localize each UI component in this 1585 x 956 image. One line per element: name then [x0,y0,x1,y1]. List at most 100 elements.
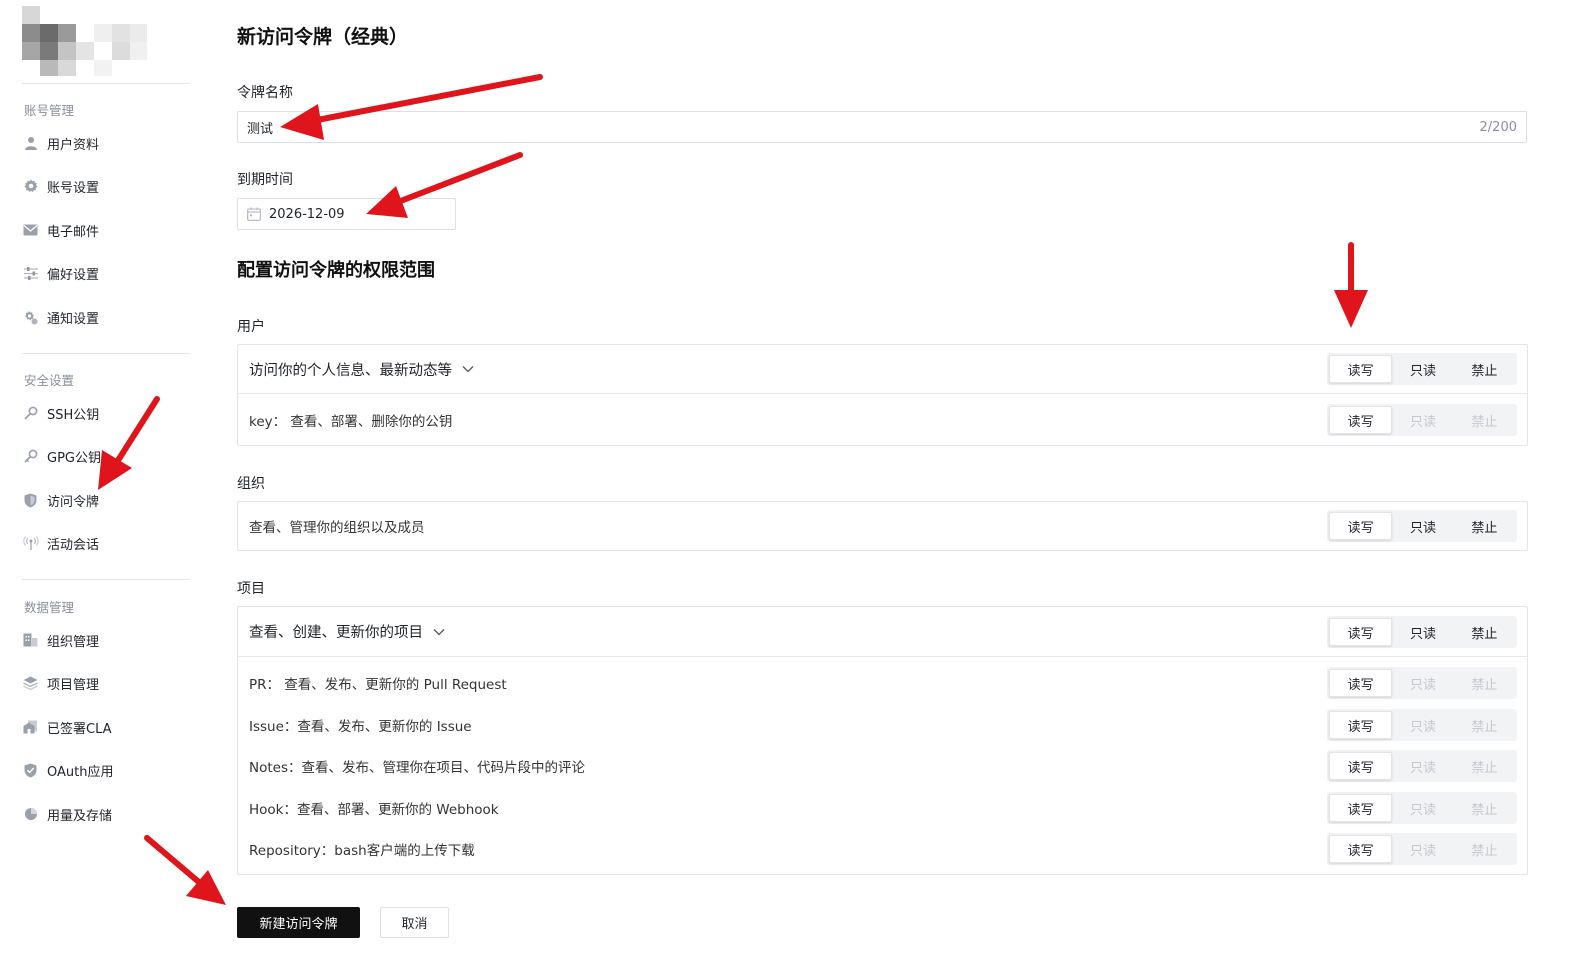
option-deny: 禁止 [1471,719,1498,735]
building-icon [22,632,39,649]
scope-row-label: 查看、创建、更新你的项目 [249,625,423,641]
option-read-only: 只读 [1409,414,1436,430]
shield-check-icon [22,762,39,779]
pie-icon [22,806,39,823]
sidebar-item-label: 活动会话 [47,537,100,553]
option-read-only[interactable]: 只读 [1392,355,1453,383]
option-read-write[interactable]: 读写 [1329,512,1393,540]
option-deny: 禁止 [1471,677,1498,693]
gear-icon [22,178,39,195]
char-counter: 2/200 [1479,119,1517,135]
sidebar-item-access-tokens[interactable]: 访问令牌 [22,485,99,515]
scope-box-project: 查看、创建、更新你的项目 读写 只读 禁止 PR： 查看、发布、更新你的 Pul… [237,606,1528,875]
sidebar-item-email[interactable]: 电子邮件 [22,215,99,245]
option-deny[interactable]: 禁止 [1454,618,1515,646]
scope-box-org: 查看、管理你的组织以及成员 读写 只读 禁止 [237,501,1528,551]
scope-row-label: Notes：查看、发布、管理你在项目、代码片段中的评论 [249,760,585,776]
token-name-value: 测试 [247,121,274,137]
sidebar-item-gpg-keys[interactable]: GPG公钥 [22,441,101,471]
option-read-write[interactable]: 读写 [1329,752,1393,780]
sidebar-item-profile[interactable]: 用户资料 [22,128,99,158]
scope-row-label: Hook：查看、部署、更新你的 Webhook [249,802,499,818]
sidebar-item-label: 电子邮件 [47,224,100,240]
chevron-down-icon[interactable] [433,628,445,636]
scope-title: 配置访问令牌的权限范围 [237,260,435,281]
broadcast-icon [22,535,39,552]
group-label-user: 用户 [237,319,265,335]
option-read-write[interactable]: 读写 [1329,711,1393,739]
sidebar-item-label: OAuth应用 [47,764,114,780]
shield-icon [22,492,39,509]
scope-row-user[interactable]: 访问你的个人信息、最新动态等 读写 只读 禁止 [238,345,1527,393]
sidebar-item-label: GPG公钥 [47,450,101,466]
scope-row-project[interactable]: 查看、创建、更新你的项目 读写 只读 禁止 [238,607,1527,656]
option-read-write[interactable]: 读写 [1329,669,1393,697]
sliders-icon [22,265,39,282]
main-content: 新访问令牌（经典） 令牌名称 测试 2/200 到期时间 2026-12-09 … [237,0,1528,956]
section-title-data: 数据管理 [24,600,75,615]
mail-icon [22,222,39,239]
create-token-button[interactable]: 新建访问令牌 [237,907,360,938]
scope-row-notes: Notes：查看、发布、管理你在项目、代码片段中的评论 读写 只读 禁止 [238,745,1527,787]
option-read-only: 只读 [1409,843,1436,859]
sidebar-item-oauth-apps[interactable]: OAuth应用 [22,755,113,785]
chevron-down-icon[interactable] [462,365,474,373]
sidebar-item-label: 已签署CLA [47,721,112,737]
sidebar-item-label: 组织管理 [47,634,100,650]
scope-row-issue: Issue：查看、发布、更新你的 Issue 读写 只读 禁止 [238,704,1527,746]
permission-selector: 读写 只读 禁止 [1327,750,1517,782]
sidebar-item-label: 用户资料 [47,137,100,153]
calendar-icon [247,207,261,221]
option-read-write[interactable]: 读写 [1329,835,1393,863]
scope-row-repository: Repository：bash客户端的上传下载 读写 只读 禁止 [238,828,1527,870]
permission-selector: 读写 只读 禁止 [1327,616,1517,648]
sidebar-item-label: 偏好设置 [47,267,100,283]
sidebar-item-sessions[interactable]: 活动会话 [22,528,99,558]
option-read-write[interactable]: 读写 [1329,406,1393,434]
option-read-only: 只读 [1409,802,1436,818]
sidebar-item-label: 访问令牌 [47,494,100,510]
permission-selector: 读写 只读 禁止 [1327,404,1517,436]
scope-box-user: 访问你的个人信息、最新动态等 读写 只读 禁止 key： 查看、部署、删除你的公… [237,344,1528,446]
permission-selector: 读写 只读 禁止 [1327,709,1517,741]
option-deny[interactable]: 禁止 [1454,355,1515,383]
option-read-write[interactable]: 读写 [1329,794,1393,822]
option-read-write[interactable]: 读写 [1329,355,1393,383]
sidebar-item-label: 项目管理 [47,677,100,693]
sidebar-item-label: 通知设置 [47,311,100,327]
option-deny: 禁止 [1471,843,1498,859]
option-deny: 禁止 [1471,760,1498,776]
key-icon [22,448,39,465]
option-read-only: 只读 [1409,760,1436,776]
permission-selector: 读写 只读 禁止 [1327,833,1517,865]
sidebar-item-usage-storage[interactable]: 用量及存储 [22,799,112,829]
expire-date-label: 到期时间 [237,172,293,188]
sidebar-item-preferences[interactable]: 偏好设置 [22,258,99,288]
expire-date-value: 2026-12-09 [269,206,345,222]
section-title-account: 账号管理 [24,103,75,118]
scope-row-label: key： 查看、部署、删除你的公钥 [249,414,453,430]
option-deny: 禁止 [1471,802,1498,818]
sidebar-item-projects[interactable]: 项目管理 [22,668,99,698]
sidebar-item-account-settings[interactable]: 账号设置 [22,171,99,201]
option-read-only[interactable]: 只读 [1392,512,1453,540]
section-title-security: 安全设置 [24,373,75,388]
token-name-input[interactable]: 测试 2/200 [237,111,1527,143]
sidebar: 账号管理 用户资料 账号设置 电子邮件 偏好设置 通知设置 安全设置 SSH公钥… [0,0,195,956]
sidebar-item-notifications[interactable]: 通知设置 [22,302,99,332]
sidebar-item-cla[interactable]: 已签署CLA [22,712,112,742]
sidebar-item-orgs[interactable]: 组织管理 [22,625,99,655]
bell-gear-icon [22,309,39,326]
scope-row-label: 查看、管理你的组织以及成员 [249,520,425,536]
layers-icon [22,675,39,692]
option-deny[interactable]: 禁止 [1454,512,1515,540]
sidebar-item-ssh-keys[interactable]: SSH公钥 [22,398,99,428]
option-read-only[interactable]: 只读 [1392,618,1453,646]
scope-row-label: Repository：bash客户端的上传下载 [249,843,475,859]
option-read-only: 只读 [1409,719,1436,735]
scope-row-label: PR： 查看、发布、更新你的 Pull Request [249,677,507,693]
expire-date-picker[interactable]: 2026-12-09 [237,198,456,230]
cancel-button[interactable]: 取消 [380,907,449,938]
option-read-only: 只读 [1409,677,1436,693]
option-read-write[interactable]: 读写 [1329,618,1393,646]
